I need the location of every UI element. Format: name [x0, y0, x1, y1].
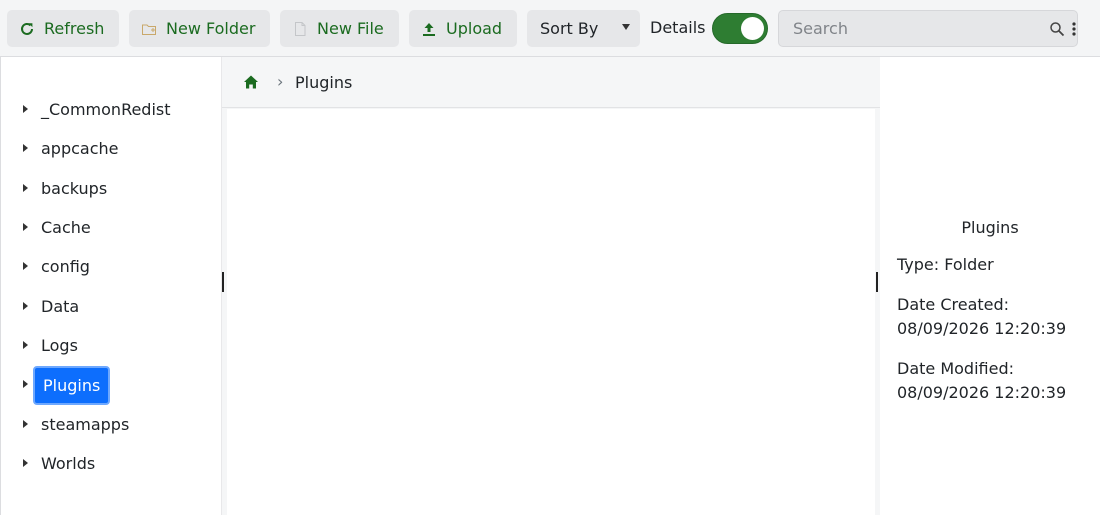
- details-modified-label: Date Modified:: [897, 359, 1014, 378]
- new-file-label: New File: [317, 19, 384, 38]
- tree-item-label: Worlds: [41, 453, 96, 473]
- tree-item-config[interactable]: config: [1, 250, 223, 282]
- tree-item-steamapps[interactable]: steamapps: [1, 408, 223, 440]
- expand-arrow-icon[interactable]: [23, 184, 28, 192]
- details-created-label: Date Created:: [897, 295, 1010, 314]
- tree-item-label: config: [41, 256, 90, 276]
- new-folder-label: New Folder: [166, 19, 256, 38]
- new-folder-button[interactable]: New Folder: [129, 10, 270, 47]
- tree-item-worlds[interactable]: Worlds: [1, 447, 223, 479]
- tree-item-logs[interactable]: Logs: [1, 329, 223, 361]
- sort-by-dropdown[interactable]: Sort By: [527, 10, 640, 47]
- caret-down-icon: [622, 24, 630, 30]
- file-list-area[interactable]: [227, 109, 875, 515]
- details-toggle[interactable]: [712, 13, 768, 44]
- expand-arrow-icon[interactable]: [23, 380, 28, 388]
- left-splitter-handle[interactable]: [222, 272, 224, 292]
- more-options-icon[interactable]: [1071, 21, 1077, 37]
- new-file-icon: [291, 20, 309, 38]
- expand-arrow-icon[interactable]: [23, 420, 28, 428]
- tree-item-label: appcache: [41, 138, 119, 158]
- toggle-knob: [741, 17, 764, 40]
- toolbar: Refresh New Folder New File Upload Sort …: [0, 0, 1100, 57]
- upload-label: Upload: [446, 19, 503, 38]
- tree-item-data[interactable]: Data: [1, 290, 223, 322]
- details-modified-value: 08/09/2026 12:20:39: [897, 383, 1067, 402]
- search-box: [778, 10, 1078, 47]
- tree-item-label: Logs: [41, 335, 78, 355]
- expand-arrow-icon[interactable]: [23, 459, 28, 467]
- new-file-button[interactable]: New File: [280, 10, 399, 47]
- tree-item-appcache[interactable]: appcache: [1, 132, 223, 164]
- new-folder-icon: [140, 20, 158, 38]
- home-icon[interactable]: [243, 74, 259, 90]
- details-title: Plugins: [961, 218, 1019, 237]
- tree-item-label: Data: [41, 296, 80, 316]
- tree-item-label: _CommonRedist: [41, 99, 171, 119]
- refresh-label: Refresh: [44, 19, 105, 38]
- expand-arrow-icon[interactable]: [23, 223, 28, 231]
- details-created-value: 08/09/2026 12:20:39: [897, 319, 1067, 338]
- tree-item-cache[interactable]: Cache: [1, 211, 223, 243]
- file-view: › Plugins: [222, 57, 880, 515]
- expand-arrow-icon[interactable]: [23, 105, 28, 113]
- tree-item-label: Cache: [41, 217, 91, 237]
- tree-item-backups[interactable]: backups: [1, 172, 223, 204]
- refresh-icon: [18, 20, 36, 38]
- expand-arrow-icon[interactable]: [23, 144, 28, 152]
- tree-item-commonredist[interactable]: _CommonRedist: [1, 93, 223, 125]
- details-label: Details: [650, 18, 706, 37]
- details-panel: Plugins Type: Folder Date Created: 08/09…: [880, 57, 1100, 515]
- details-type: Type: Folder: [897, 255, 994, 274]
- upload-button[interactable]: Upload: [409, 10, 517, 47]
- search-input[interactable]: [779, 11, 1044, 46]
- search-icon[interactable]: [1049, 21, 1065, 37]
- expand-arrow-icon[interactable]: [23, 262, 28, 270]
- tree-item-label: steamapps: [41, 414, 130, 434]
- sort-by-label: Sort By: [540, 19, 599, 38]
- expand-arrow-icon[interactable]: [23, 302, 28, 310]
- breadcrumb-separator: ›: [277, 72, 284, 91]
- upload-icon: [420, 20, 438, 38]
- breadcrumb: › Plugins: [222, 57, 880, 108]
- tree-item-label: backups: [41, 178, 108, 198]
- tree-item-label: Plugins: [33, 366, 111, 405]
- folder-tree: _CommonRedist appcache backups Cache con…: [0, 57, 222, 515]
- tree-item-plugins[interactable]: Plugins: [1, 366, 223, 405]
- breadcrumb-current[interactable]: Plugins: [295, 73, 352, 92]
- expand-arrow-icon[interactable]: [23, 341, 28, 349]
- refresh-button[interactable]: Refresh: [7, 10, 119, 47]
- right-splitter-handle[interactable]: [876, 272, 878, 292]
